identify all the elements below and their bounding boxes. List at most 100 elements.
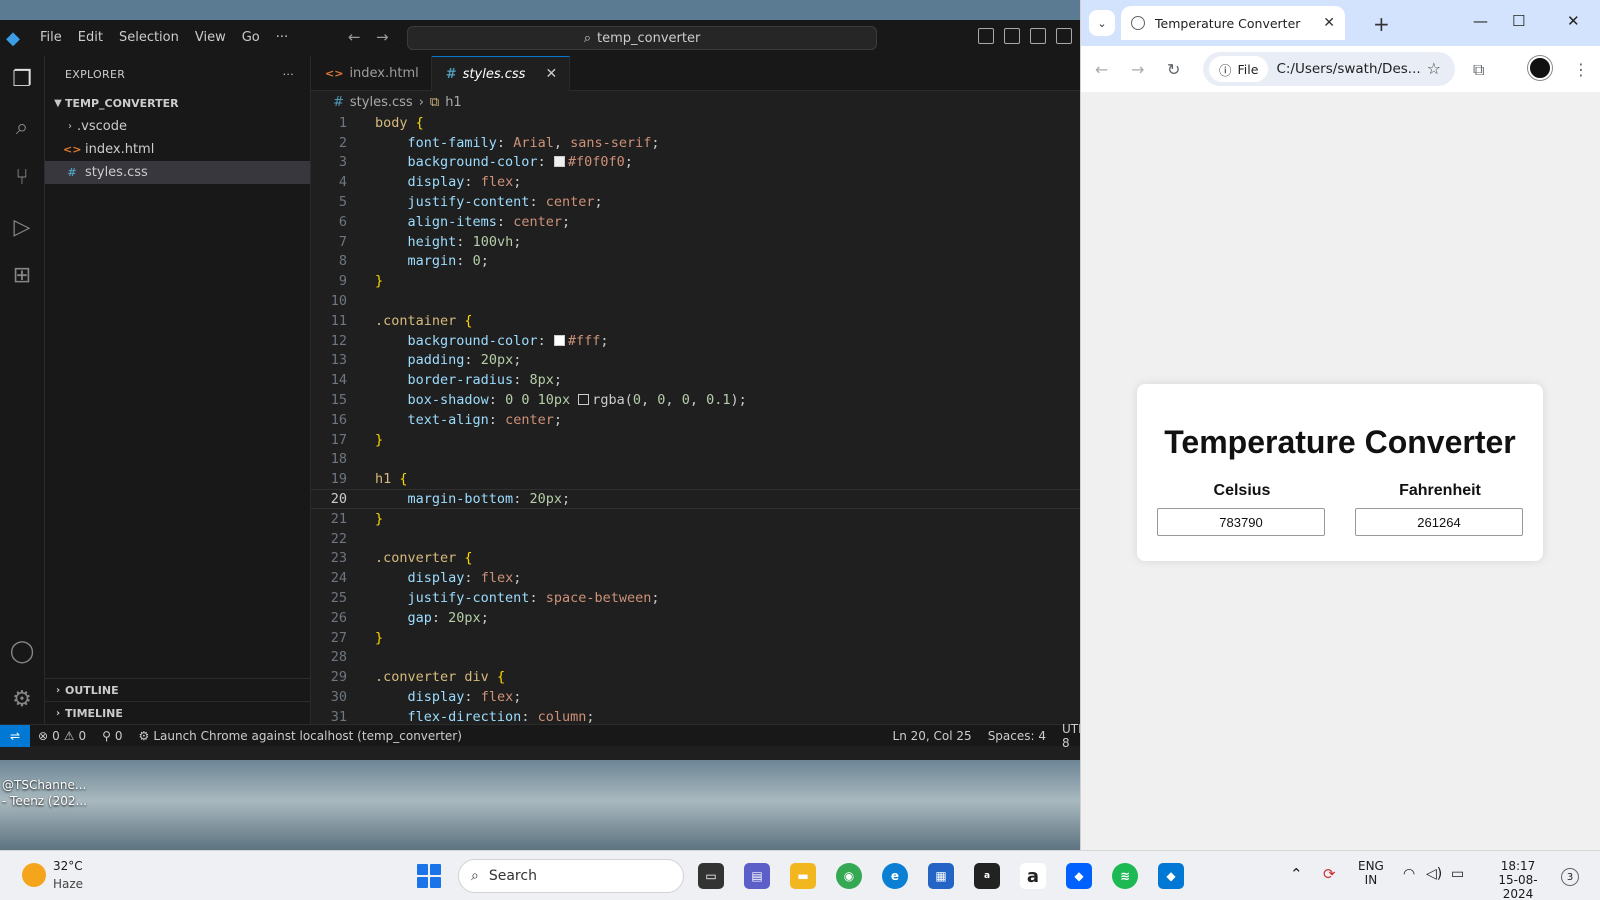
settings-gear-icon[interactable]: ⚙ — [7, 684, 37, 714]
breadcrumb-symbol[interactable]: h1 — [445, 95, 462, 110]
toggle-panel-icon[interactable] — [1004, 28, 1020, 44]
code-line[interactable]: 9} — [311, 271, 1080, 291]
windows-start-icon[interactable] — [417, 864, 441, 888]
code-line[interactable]: 12 background-color: #fff; — [311, 331, 1080, 351]
code-line[interactable]: 28 — [311, 648, 1080, 668]
celsius-input[interactable]: 783790 — [1157, 508, 1325, 536]
code-line[interactable]: 16 text-align: center; — [311, 410, 1080, 430]
code-line[interactable]: 27} — [311, 628, 1080, 648]
weather-temperature[interactable]: 32°C — [53, 859, 83, 873]
menu-edit[interactable]: Edit — [70, 20, 111, 56]
toggle-primary-sidebar-icon[interactable] — [978, 28, 994, 44]
browser-tab[interactable]: Temperature Converter ✕ — [1121, 6, 1345, 40]
weather-description[interactable]: Haze — [53, 877, 83, 891]
wifi-icon[interactable]: ◠ — [1403, 866, 1415, 882]
code-line[interactable]: 15 box-shadow: 0 0 10px rgba(0, 0, 0, 0.… — [311, 390, 1080, 410]
toggle-secondary-sidebar-icon[interactable] — [1030, 28, 1046, 44]
code-editor[interactable]: 1 body {2 font-family: Arial, sans-serif;… — [311, 113, 1080, 724]
command-center[interactable]: ⌕ temp_converter — [407, 26, 877, 50]
search-icon[interactable]: ⌕ — [7, 112, 37, 142]
run-debug-icon[interactable]: ▷ — [7, 212, 37, 242]
bookmark-star-icon[interactable]: ☆ — [1427, 59, 1441, 78]
color-swatch-icon[interactable] — [553, 334, 565, 346]
remote-indicator-icon[interactable]: ⇌ — [0, 724, 30, 747]
code-line[interactable]: 4 display: flex; — [311, 172, 1080, 192]
menu-file[interactable]: File — [32, 20, 70, 56]
code-line[interactable]: 21} — [311, 509, 1080, 529]
code-line[interactable]: 13 padding: 20px; — [311, 351, 1080, 371]
menu-go[interactable]: Go — [234, 20, 268, 56]
color-swatch-icon[interactable] — [578, 394, 590, 406]
microsoft-store-icon[interactable]: ▦ — [928, 863, 954, 889]
tree-item-vscode-folder[interactable]: › .vscode — [45, 115, 310, 138]
breadcrumb-file[interactable]: styles.css — [350, 95, 413, 110]
maximize-icon[interactable]: ☐ — [1512, 12, 1525, 30]
close-icon[interactable]: ✕ — [545, 66, 557, 82]
tab-styles-css[interactable]: # styles.css ✕ — [431, 56, 571, 91]
code-line[interactable]: 5 justify-content: center; — [311, 192, 1080, 212]
notification-badge[interactable]: 3 — [1561, 868, 1579, 886]
back-arrow-icon[interactable]: ← — [1095, 60, 1108, 79]
code-line[interactable]: 20 margin-bottom: 20px; — [311, 489, 1080, 509]
extensions-puzzle-icon[interactable]: ⧉ — [1473, 60, 1484, 80]
close-icon[interactable]: ✕ — [1323, 15, 1335, 31]
avatar[interactable] — [1528, 56, 1552, 80]
timeline-section[interactable]: › TIMELINE — [45, 701, 311, 724]
code-line[interactable]: 3 background-color: #f0f0f0; — [311, 153, 1080, 173]
url-text[interactable]: C:/Users/swath/Des... — [1276, 61, 1426, 77]
extensions-icon[interactable]: ⊞ — [7, 260, 37, 290]
launch-config[interactable]: ⚙ Launch Chrome against localhost (temp_… — [131, 729, 470, 743]
close-window-icon[interactable]: ✕ — [1567, 12, 1580, 30]
code-line[interactable]: 14 border-radius: 8px; — [311, 370, 1080, 390]
minimize-icon[interactable]: — — [1473, 12, 1488, 30]
code-line[interactable]: 8 margin: 0; — [311, 252, 1080, 272]
code-line[interactable]: 6 align-items: center; — [311, 212, 1080, 232]
clock[interactable]: 18:17 15-08-2024 — [1485, 859, 1551, 900]
code-line[interactable]: 26 gap: 20px; — [311, 608, 1080, 628]
desktop-icon-label[interactable]: - Teenz (202... — [2, 794, 87, 808]
ports-indicator[interactable]: ⚲ 0 — [94, 729, 130, 743]
spotify-icon[interactable]: ≋ — [1112, 863, 1138, 889]
problems-indicator[interactable]: ⊗ 0 ⚠ 0 — [30, 729, 94, 743]
chrome-icon[interactable]: ◉ — [836, 863, 862, 889]
edge-icon[interactable]: e — [882, 863, 908, 889]
input-language[interactable]: ENG IN — [1358, 859, 1384, 887]
tree-item-styles-css[interactable]: # styles.css — [45, 161, 310, 184]
forward-arrow-icon[interactable]: → — [376, 28, 389, 46]
code-line[interactable]: 23 .converter { — [311, 549, 1080, 569]
back-arrow-icon[interactable]: ← — [348, 28, 361, 46]
chevron-up-icon[interactable]: ⌃ — [1290, 865, 1303, 883]
outline-section[interactable]: › OUTLINE — [45, 678, 311, 701]
code-line[interactable]: 19 h1 { — [311, 469, 1080, 489]
reload-icon[interactable]: ↻ — [1167, 60, 1180, 79]
vscode-icon[interactable]: ◆ — [1158, 863, 1184, 889]
amazon-icon[interactable]: a — [1020, 863, 1046, 889]
amazon-prime-icon[interactable]: a — [974, 863, 1000, 889]
taskbar-search[interactable]: ⌕ Search — [458, 859, 684, 893]
new-tab-plus-icon[interactable]: + — [1373, 12, 1390, 36]
code-line[interactable]: 25 justify-content: space-between; — [311, 588, 1080, 608]
code-line[interactable]: 22 — [311, 529, 1080, 549]
menu-more[interactable]: ··· — [268, 20, 296, 56]
battery-icon[interactable]: ▭ — [1451, 866, 1464, 882]
more-menu-icon[interactable]: ⋮ — [1573, 60, 1589, 79]
code-line[interactable]: 17} — [311, 430, 1080, 450]
address-bar[interactable]: ⓘ File C:/Users/swath/Des... ☆ — [1203, 52, 1455, 86]
teams-chat-icon[interactable]: ▤ — [744, 863, 770, 889]
code-line[interactable]: 29 .converter div { — [311, 667, 1080, 687]
accounts-icon[interactable]: ◯ — [7, 636, 37, 666]
customize-layout-icon[interactable] — [1056, 28, 1072, 44]
menu-view[interactable]: View — [187, 20, 234, 56]
weather-sun-icon[interactable] — [22, 863, 46, 887]
site-info-chip[interactable]: ⓘ File — [1209, 56, 1269, 82]
code-line[interactable]: 31 flex-direction: column; — [311, 707, 1080, 724]
code-line[interactable]: 30 display: flex; — [311, 687, 1080, 707]
tree-item-index-html[interactable]: <> index.html — [45, 138, 310, 161]
explorer-files-icon[interactable]: ❐ — [7, 64, 37, 94]
sync-icon[interactable]: ⟳ — [1323, 865, 1336, 883]
desktop-icon-label[interactable]: @TSChanne... — [2, 778, 86, 792]
tab-index-html[interactable]: <> index.html — [311, 56, 432, 91]
code-line[interactable]: 18 — [311, 450, 1080, 470]
code-line[interactable]: 1 body { — [311, 113, 1080, 133]
volume-icon[interactable]: ◁) — [1426, 866, 1442, 882]
